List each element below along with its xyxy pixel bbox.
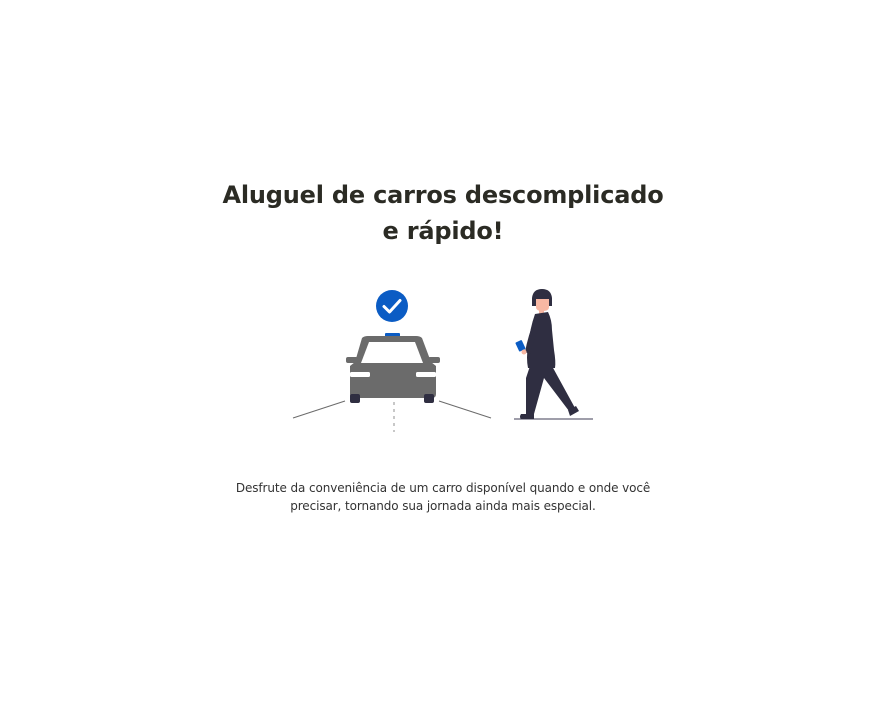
person-walking-icon bbox=[514, 289, 593, 420]
title-line-2: e rápido! bbox=[382, 217, 504, 245]
car-rental-illustration bbox=[292, 289, 593, 432]
onboarding-screen: Aluguel de carros descomplicado e rápido… bbox=[0, 0, 886, 705]
check-circle-icon bbox=[376, 290, 408, 322]
description-line-1: Desfrute da conveniência de um carro dis… bbox=[235, 481, 651, 495]
car-icon bbox=[346, 333, 440, 403]
onboarding-description: Desfrute da conveniência de um carro dis… bbox=[0, 479, 886, 515]
description-line-2: precisar, tornando sua jornada ainda mai… bbox=[290, 499, 596, 513]
onboarding-title: Aluguel de carros descomplicado e rápido… bbox=[0, 177, 886, 249]
road-lines bbox=[292, 400, 492, 432]
title-line-1: Aluguel de carros descomplicado bbox=[222, 181, 664, 209]
